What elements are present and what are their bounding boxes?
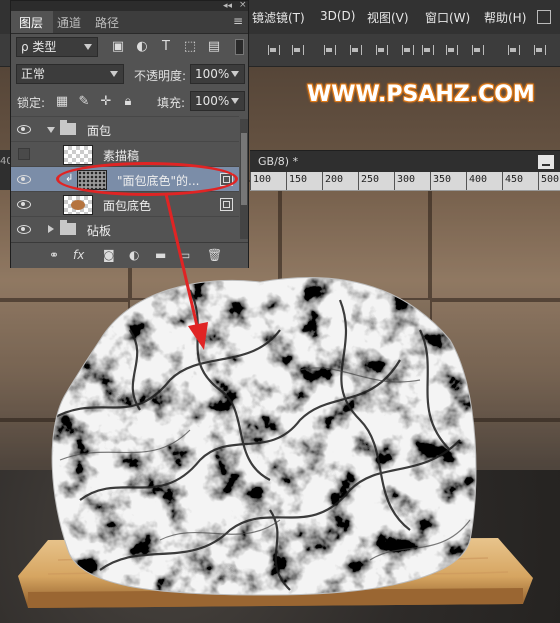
collapse-icon[interactable]: ◂◂: [223, 1, 232, 11]
align-bottom-icon[interactable]: [322, 43, 336, 57]
align-hcenter-icon[interactable]: [374, 43, 388, 57]
adjustment-icon[interactable]: ◐: [129, 249, 139, 261]
visibility-off-box[interactable]: [18, 148, 30, 160]
layers-scrollbar[interactable]: [240, 119, 248, 239]
menu-3d[interactable]: 3D(D): [320, 9, 355, 23]
panel-header-strip: ◂◂ ×: [11, 0, 248, 11]
layer-thumbnail: [63, 195, 93, 215]
filter-type-icon[interactable]: T: [159, 40, 173, 54]
lock-paint-icon[interactable]: ✎: [77, 95, 91, 109]
panel-menu-icon[interactable]: ≡: [233, 14, 243, 28]
fill-value: 100%: [195, 94, 230, 108]
opacity-input[interactable]: 100%: [190, 64, 245, 84]
lock-transparent-icon[interactable]: ▦: [55, 95, 69, 109]
menu-help[interactable]: 帮助(H): [484, 9, 526, 26]
distribute-top-icon[interactable]: [420, 43, 434, 57]
filter-type-select[interactable]: ρ 类型: [16, 37, 98, 57]
distribute-left-icon[interactable]: [506, 43, 520, 57]
expand-icon[interactable]: [47, 127, 55, 133]
link-icon[interactable]: ⚭: [49, 249, 59, 261]
folder-icon: [60, 220, 76, 235]
ruler-label: 200: [325, 174, 344, 185]
layer-name: 面包: [87, 124, 112, 138]
align-vcenter-icon[interactable]: [290, 43, 304, 57]
ruler-label: 500: [541, 174, 560, 185]
align-top-icon[interactable]: [266, 43, 280, 57]
expand-icon[interactable]: [48, 225, 54, 233]
blend-mode-select[interactable]: 正常: [16, 64, 124, 84]
document-tab-label: GB/8) *: [258, 155, 299, 168]
align-right-icon[interactable]: [400, 43, 414, 57]
folder-icon: [60, 120, 76, 135]
smart-object-icon: [220, 198, 233, 211]
menu-window[interactable]: 窗口(W): [425, 9, 470, 26]
watermark: WWW.PSAHZ.COM: [307, 82, 535, 107]
ruler-label: 100: [253, 174, 272, 185]
filter-type-label: ρ 类型: [21, 40, 57, 54]
lock-all-icon[interactable]: 🔒︎: [121, 95, 135, 109]
fx-icon[interactable]: fx: [73, 249, 84, 261]
layer-thumbnail: [63, 145, 93, 165]
menu-filter[interactable]: 滤镜(T): [264, 9, 305, 26]
layer-row-group-bread[interactable]: 面包: [11, 116, 239, 142]
menu-view[interactable]: 视图(V): [367, 9, 409, 26]
ruler-label: 150: [289, 174, 308, 185]
distribute-bottom-icon[interactable]: [470, 43, 484, 57]
layer-name: 砧板: [87, 224, 112, 238]
filter-adjustment-icon[interactable]: ◐: [135, 40, 149, 54]
ruler-label: 350: [433, 174, 452, 185]
visibility-eye-icon[interactable]: [17, 198, 31, 210]
panel-tabs: 图层 通道 路径 ≡: [11, 11, 248, 34]
visibility-eye-icon[interactable]: [17, 173, 31, 185]
annotation-arrow: [164, 193, 208, 350]
ruler-label: 300: [397, 174, 416, 185]
filter-pixel-icon[interactable]: ▣: [111, 40, 125, 54]
fill-label: 填充:: [157, 96, 186, 110]
distribute-vcenter-icon[interactable]: [444, 43, 458, 57]
visibility-eye-icon[interactable]: [17, 223, 31, 235]
ruler-label: 250: [361, 174, 380, 185]
menu-left-fragment[interactable]: 镜: [252, 9, 264, 26]
ruler-label: 400: [469, 174, 488, 185]
layer-name: 面包底色: [103, 199, 152, 213]
tab-layers[interactable]: 图层: [19, 14, 43, 31]
opacity-value: 100%: [195, 67, 230, 81]
filter-shape-icon[interactable]: ⬚: [183, 40, 197, 54]
ruler-label: 450: [505, 174, 524, 185]
align-left-icon[interactable]: [348, 43, 362, 57]
lock-label: 锁定:: [17, 96, 46, 110]
mask-icon[interactable]: ◙: [103, 249, 115, 261]
tab-channels[interactable]: 通道: [57, 14, 81, 31]
distribute-hcenter-icon[interactable]: [532, 43, 546, 57]
opacity-label: 不透明度:: [134, 69, 187, 83]
window-control-icon[interactable]: [537, 10, 551, 24]
visibility-eye-icon[interactable]: [17, 123, 31, 135]
close-icon[interactable]: ×: [239, 0, 247, 10]
filter-smart-object-icon[interactable]: ▤: [207, 40, 221, 54]
document-tab[interactable]: GB/8) *: [250, 150, 560, 173]
blend-mode-label: 正常: [21, 67, 46, 81]
tab-paths[interactable]: 路径: [95, 14, 119, 31]
lock-move-icon[interactable]: ✛: [99, 95, 113, 109]
horizontal-ruler[interactable]: 100 150 200 250 300 350 400 450 500: [250, 172, 560, 191]
bread-image: [51, 277, 477, 596]
filter-toggle[interactable]: [235, 39, 244, 55]
scrollbar-thumb[interactable]: [241, 133, 247, 205]
minimize-icon[interactable]: [538, 155, 554, 169]
fill-input[interactable]: 100%: [190, 91, 245, 111]
